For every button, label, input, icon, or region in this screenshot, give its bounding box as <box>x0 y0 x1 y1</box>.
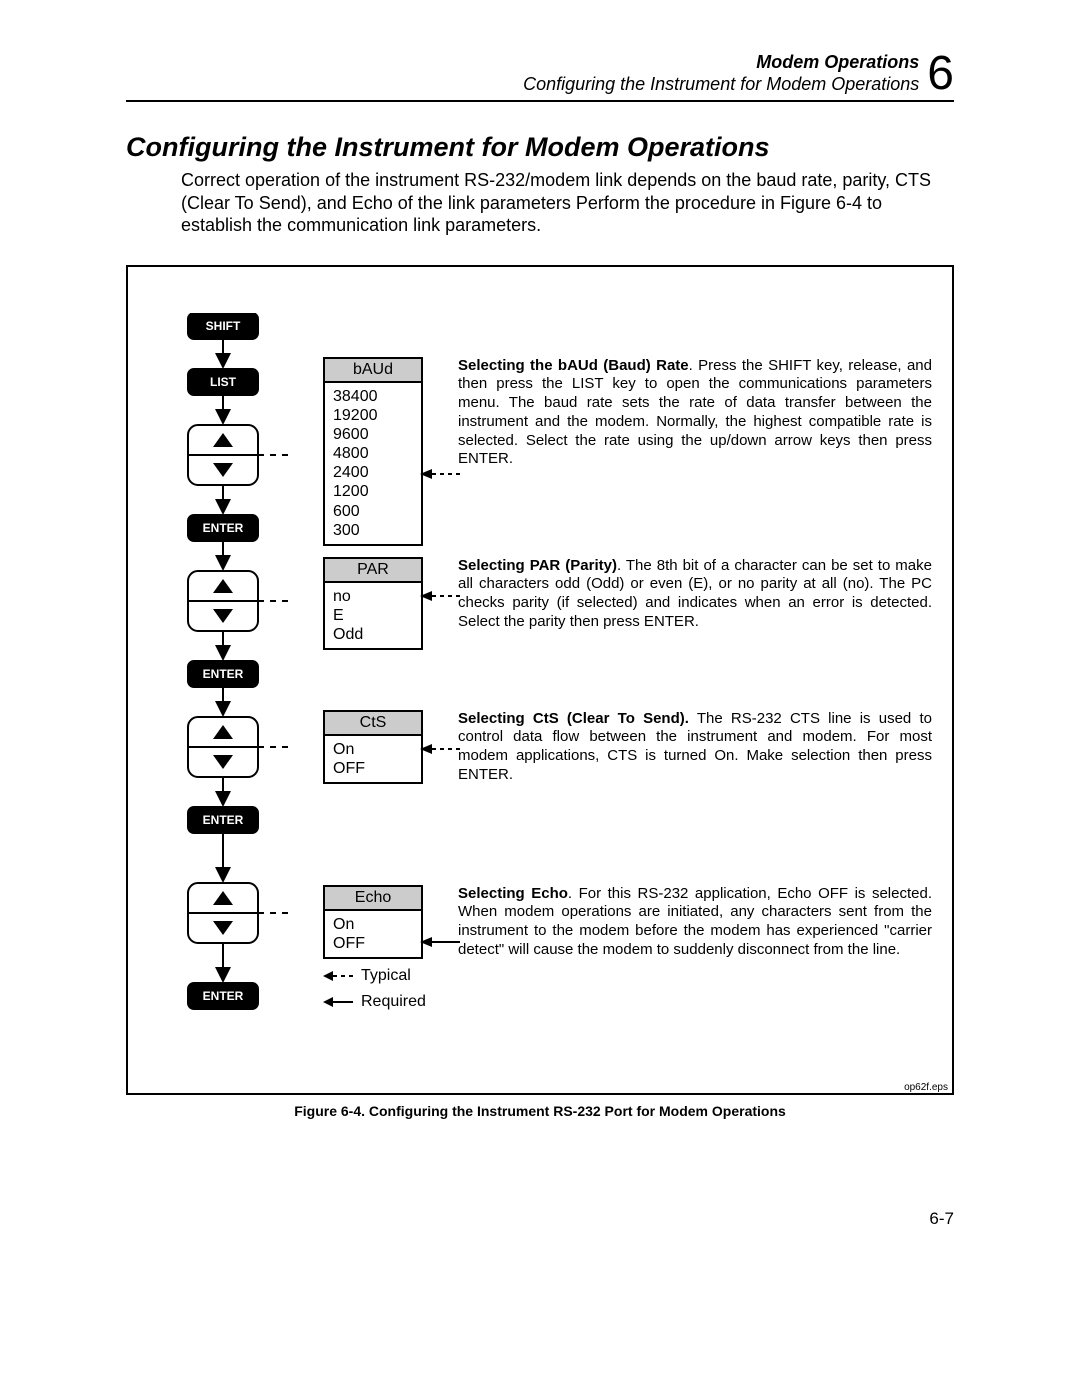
echo-desc-bold: Selecting Echo <box>458 885 568 902</box>
intro-paragraph: Correct operation of the instrument RS-2… <box>181 169 954 237</box>
baud-option: 4800 <box>333 444 413 463</box>
legend: Typical Required <box>323 967 426 1019</box>
par-option: E <box>333 606 413 625</box>
cts-menu: CtS On OFF <box>323 710 423 784</box>
cts-menu-title: CtS <box>325 712 421 736</box>
baud-menu: bAUd 38400 19200 9600 4800 2400 1200 600… <box>323 357 423 547</box>
required-pointer-icon <box>420 935 460 949</box>
section-title: Configuring the Instrument for Modem Ope… <box>126 132 954 163</box>
figure-box: SHIFT LIST ENTER <box>126 265 954 1095</box>
up-arrow-icon <box>213 433 233 447</box>
baud-menu-title: bAUd <box>325 359 421 383</box>
par-desc-bold: Selecting PAR (Parity) <box>458 557 617 574</box>
par-option: no <box>333 587 413 606</box>
baud-option: 19200 <box>333 406 413 425</box>
list-key-label: LIST <box>210 375 237 389</box>
header-rule <box>126 100 954 102</box>
baud-option: 300 <box>333 521 413 540</box>
cts-description: Selecting CtS (Clear To Send). The RS-23… <box>458 710 932 785</box>
baud-option: 1200 <box>333 482 413 501</box>
baud-desc-bold: Selecting the bAUd (Baud) Rate <box>458 357 689 374</box>
echo-option: OFF <box>333 934 413 953</box>
baud-option: 38400 <box>333 387 413 406</box>
figure-caption: Figure 6-4. Configuring the Instrument R… <box>126 1103 954 1119</box>
header-line2: Configuring the Instrument for Modem Ope… <box>523 74 919 96</box>
svg-text:ENTER: ENTER <box>203 813 244 827</box>
echo-description: Selecting Echo. For this RS-232 applicat… <box>458 885 932 960</box>
down-arrow-icon <box>213 463 233 477</box>
eps-label: op62f.eps <box>904 1082 948 1093</box>
shift-key-label: SHIFT <box>206 319 241 333</box>
typical-pointer-icon <box>420 589 460 603</box>
echo-menu-title: Echo <box>325 887 421 911</box>
baud-option: 600 <box>333 502 413 521</box>
baud-description: Selecting the bAUd (Baud) Rate. Press th… <box>458 357 932 470</box>
par-menu-title: PAR <box>325 559 421 583</box>
page-header: Modem Operations Configuring the Instrum… <box>126 50 954 98</box>
baud-option: 2400 <box>333 463 413 482</box>
svg-text:ENTER: ENTER <box>203 989 244 1003</box>
baud-option: 9600 <box>333 425 413 444</box>
svg-text:ENTER: ENTER <box>203 667 244 681</box>
cts-option: OFF <box>333 759 413 778</box>
page-number: 6-7 <box>126 1209 954 1229</box>
flow-diagram: SHIFT LIST ENTER <box>168 313 288 1073</box>
typical-pointer-icon <box>420 742 460 756</box>
par-menu: PAR no E Odd <box>323 557 423 651</box>
cts-desc-bold: Selecting CtS (Clear To Send). <box>458 710 689 727</box>
echo-menu: Echo On OFF <box>323 885 423 959</box>
legend-required-label: Required <box>361 993 426 1011</box>
par-description: Selecting PAR (Parity). The 8th bit of a… <box>458 557 932 632</box>
echo-option: On <box>333 915 413 934</box>
legend-typical-label: Typical <box>361 967 411 985</box>
par-option: Odd <box>333 625 413 644</box>
legend-typical-icon <box>323 970 353 982</box>
chapter-number: 6 <box>927 50 954 98</box>
header-line1: Modem Operations <box>523 52 919 74</box>
typical-pointer-icon <box>420 467 460 481</box>
enter-key-label: ENTER <box>203 521 244 535</box>
legend-required-icon <box>323 996 353 1008</box>
cts-option: On <box>333 740 413 759</box>
